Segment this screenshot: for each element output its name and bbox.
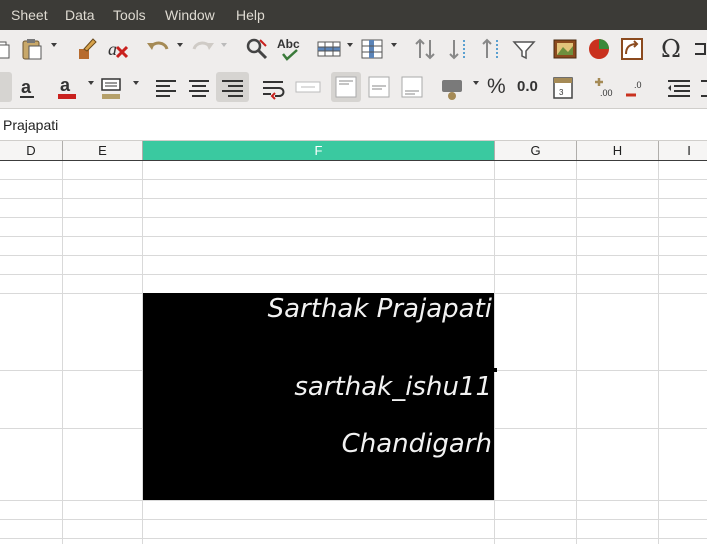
row-dropdown-icon[interactable]: [347, 43, 353, 47]
row-gridline: [0, 236, 707, 237]
svg-text:3: 3: [559, 88, 564, 97]
svg-text:a: a: [60, 75, 71, 95]
menu-tools[interactable]: Tools: [113, 7, 146, 24]
column-gridline: [576, 161, 577, 544]
cell-cursor-handle[interactable]: [493, 368, 497, 372]
column-header-h[interactable]: H: [577, 141, 659, 160]
column-header-i[interactable]: I: [659, 141, 707, 160]
delete-decimal-icon[interactable]: .0: [622, 72, 652, 102]
column-header-row: D E F G H I: [0, 141, 707, 161]
menu-data[interactable]: Data: [65, 7, 95, 24]
column-header-f[interactable]: F: [143, 141, 495, 160]
align-center-icon[interactable]: [184, 72, 214, 102]
background-color-dropdown-icon[interactable]: [133, 81, 139, 85]
sort-ascending-icon[interactable]: [444, 34, 474, 64]
underline-icon[interactable]: a: [15, 72, 45, 102]
percent-icon[interactable]: %: [484, 72, 514, 102]
wrap-text-icon[interactable]: [259, 72, 289, 102]
filled-cell-range[interactable]: Sarthak Prajapati sarthak_ishu11 Chandig…: [143, 293, 494, 500]
autofilter-icon[interactable]: [509, 34, 539, 64]
svg-text:a: a: [21, 77, 32, 97]
find-replace-icon[interactable]: [242, 34, 272, 64]
menu-sheet[interactable]: Sheet: [11, 7, 48, 24]
column-header-g[interactable]: G: [495, 141, 577, 160]
redo-dropdown-icon[interactable]: [221, 43, 227, 47]
svg-text:.0: .0: [634, 80, 642, 90]
row-gridline: [0, 500, 707, 501]
menu-help[interactable]: Help: [236, 7, 265, 24]
cell-f-username[interactable]: sarthak_ishu11: [294, 372, 492, 402]
column-header-d[interactable]: D: [0, 141, 63, 160]
spreadsheet-grid[interactable]: Sarthak Prajapati sarthak_ishu11 Chandig…: [0, 161, 707, 544]
undo-icon[interactable]: [143, 34, 173, 64]
hyperlink-icon[interactable]: [691, 34, 707, 64]
row-gridline: [0, 274, 707, 275]
sort-icon[interactable]: [411, 34, 441, 64]
font-color-icon[interactable]: a: [54, 72, 84, 102]
special-character-icon[interactable]: Ω: [658, 34, 688, 64]
currency-dropdown-icon[interactable]: [473, 81, 479, 85]
menu-window[interactable]: Window: [165, 7, 215, 24]
column-gridline: [658, 161, 659, 544]
paste-dropdown-icon[interactable]: [51, 43, 57, 47]
paste-icon[interactable]: [18, 34, 48, 64]
insert-chart-icon[interactable]: [584, 34, 614, 64]
formula-bar[interactable]: Prajapati: [0, 108, 707, 141]
cell-f-name[interactable]: Sarthak Prajapati: [268, 294, 492, 324]
italic-icon[interactable]: [0, 72, 12, 102]
row-gridline: [0, 198, 707, 199]
column-header-e[interactable]: E: [63, 141, 143, 160]
svg-text:a: a: [108, 39, 117, 59]
row-gridline: [0, 519, 707, 520]
formula-input[interactable]: Prajapati: [3, 117, 58, 133]
date-format-icon[interactable]: 3: [549, 72, 579, 102]
redo-icon[interactable]: [188, 34, 218, 64]
row-gridline: [0, 217, 707, 218]
background-color-icon[interactable]: [98, 72, 128, 102]
align-right-icon[interactable]: [216, 72, 249, 102]
column-gridline: [494, 161, 495, 544]
pivot-table-icon[interactable]: [617, 34, 647, 64]
row-icon[interactable]: [314, 34, 344, 64]
formatting-toolbar: a a % 0.0 3 .00 .0: [0, 68, 707, 108]
align-top-icon[interactable]: [331, 72, 361, 102]
column-dropdown-icon[interactable]: [391, 43, 397, 47]
copy-icon[interactable]: [0, 34, 16, 64]
sort-descending-icon[interactable]: [477, 34, 507, 64]
row-gridline: [0, 255, 707, 256]
align-middle-icon[interactable]: [364, 72, 394, 102]
undo-dropdown-icon[interactable]: [177, 43, 183, 47]
clear-formatting-icon[interactable]: a: [104, 34, 134, 64]
insert-image-icon[interactable]: [550, 34, 580, 64]
cell-f-city[interactable]: Chandigarh: [342, 429, 492, 459]
decrease-indent-icon[interactable]: [664, 72, 694, 102]
row-gridline: [0, 538, 707, 539]
add-decimal-icon[interactable]: .00: [590, 72, 620, 102]
svg-text:.00: .00: [600, 88, 613, 98]
merge-cells-icon[interactable]: [293, 72, 323, 102]
standard-toolbar: a Abc Ω: [0, 30, 707, 68]
font-color-dropdown-icon[interactable]: [88, 81, 94, 85]
spelling-icon[interactable]: Abc: [275, 34, 305, 64]
menu-bar: Sheet Data Tools Window Help: [0, 0, 707, 30]
number-format-standard-icon[interactable]: 0.0: [515, 72, 545, 102]
clone-formatting-icon[interactable]: [73, 34, 103, 64]
number-format-currency-icon[interactable]: [438, 72, 468, 102]
column-icon[interactable]: [357, 34, 387, 64]
align-bottom-icon[interactable]: [397, 72, 427, 102]
align-left-icon[interactable]: [151, 72, 181, 102]
row-gridline: [0, 179, 707, 180]
column-gridline: [62, 161, 63, 544]
increase-indent-icon[interactable]: [697, 72, 707, 102]
